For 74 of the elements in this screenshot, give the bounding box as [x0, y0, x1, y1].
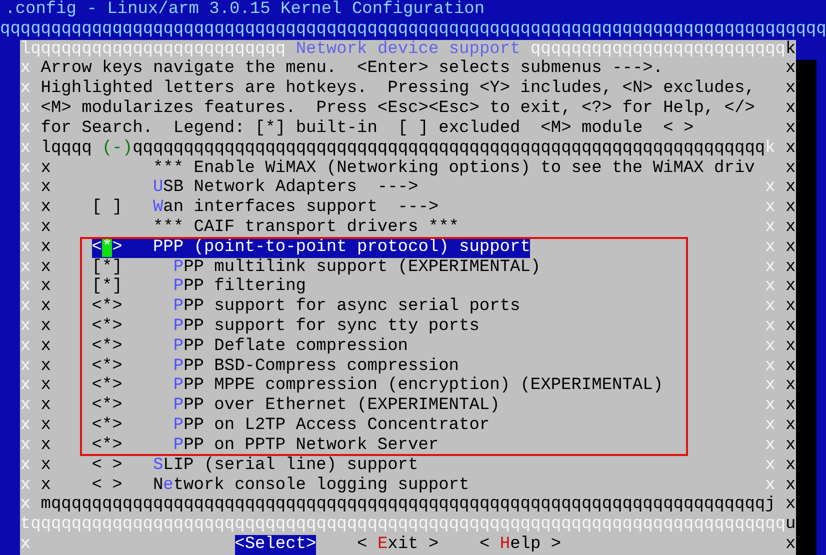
border-char: x [786, 436, 796, 456]
border-char: x [40, 317, 51, 337]
border-chars: lqqqq [40, 138, 92, 158]
border-char: x [40, 238, 51, 258]
border-chars: qqqqqqqqqqqqqqqqqqqqqqqqqqqqqqqqqqqqqqqqqqqqqqqqqqqqqqqqqqqqqq [132, 138, 766, 158]
help-text: Highlighted letters are hotkeys. Pressing <Y> includes, <N> excludes, [40, 79, 756, 100]
menu-item[interactable]: [*] PPP multilink support (EXPERIMENTAL) [92, 258, 541, 278]
menu-item[interactable]: <*> PPP Deflate compression [92, 336, 408, 357]
menu-item[interactable]: <*> PPP over Ethernet (EXPERIMENTAL) [92, 396, 500, 416]
border-char: x [786, 297, 796, 317]
border-char: x [40, 436, 51, 456]
border-char: x [786, 238, 796, 258]
border-char: x [786, 534, 796, 555]
border-char: x [786, 198, 796, 218]
menu-item[interactable]: [ ] Wan interfaces support ---> [92, 198, 439, 218]
dialog-button[interactable]: < Help > [479, 534, 562, 555]
border-chars: mqqqqqqqqqqqqqqqqqqqqqqqqqqqqqqqqqqqqqqqqqqqqqqqqqqqqqqqqqqqqqqqqqqqqqqj [40, 495, 776, 516]
border-char: x [786, 277, 796, 298]
border-char: x [40, 178, 51, 198]
border-char: x [40, 198, 51, 218]
border-char: x [786, 416, 796, 436]
border-char: x [40, 456, 51, 476]
menu-item[interactable]: <*> PPP on L2TP Access Concentrator [92, 416, 490, 436]
border-char: x [786, 456, 796, 476]
menu-item[interactable]: <*> PPP (point-to-point protocol) support [92, 238, 530, 258]
menu-item[interactable]: < > SLIP (serial line) support [92, 456, 418, 476]
border-char: x [786, 158, 796, 178]
help-text: <M> modularizes features. Press <Esc><Esc> to exit, <?> for Help, </> [40, 99, 756, 119]
dialog-title: Network device support [296, 40, 520, 60]
border-char: k [786, 40, 796, 60]
border-char: x [40, 396, 51, 416]
border-char: x [786, 376, 796, 396]
border-char: x [40, 258, 51, 278]
menu-item[interactable]: <*> PPP on PPTP Network Server [92, 436, 439, 456]
menu-item[interactable]: <*> PPP BSD-Compress compression [92, 356, 460, 376]
border-char: x [40, 336, 51, 357]
border-char: x [786, 118, 796, 139]
border-char: x [786, 396, 796, 416]
border-char: x [40, 158, 51, 178]
help-text: for Search. Legend: [*] built-in [ ] excluded <M> module < > [40, 118, 695, 139]
window-title: .config - Linux/arm 3.0.15 Kernel Configuration [5, 0, 485, 20]
dialog-button[interactable]: < Exit > [357, 534, 439, 555]
border-chars: qqqqqqqqqqqqqqqqqqqqqqqqqqqqqqqqqqqqqqqqqqqqqqqqqqqqqqqqqqqqqqqqqqqqqqqqqqqqqqqqq [0, 20, 826, 40]
border-char: x [40, 297, 51, 317]
border-char: x [786, 138, 796, 158]
border-char: x [40, 476, 51, 496]
border-char: x [786, 178, 796, 198]
border-char: x [786, 336, 796, 357]
menu-item[interactable]: *** CAIF transport drivers *** [92, 218, 460, 238]
dialog-button[interactable]: <Select> [234, 534, 316, 555]
scroll-indicator: (-) [102, 138, 133, 158]
menu-item[interactable]: <*> PPP support for sync tty ports [92, 317, 480, 337]
help-text: Arrow keys navigate the menu. <Enter> selects submenus --->. [40, 59, 664, 80]
menu-item[interactable]: USB Network Adapters ---> [92, 178, 418, 198]
menu-item[interactable]: <*> PPP MPPE compression (encryption) (EXPERIMENTAL) [92, 376, 664, 396]
border-char: x [786, 79, 796, 100]
menu-item[interactable]: < > Network console logging support [92, 476, 470, 496]
border-char: x [786, 99, 796, 119]
menu-item[interactable]: *** Enable WiMAX (Networking options) to see the WiMAX driv [92, 158, 755, 178]
menu-item[interactable]: [*] PPP filtering [92, 277, 306, 298]
border-char: x [786, 495, 796, 516]
border-char: x [40, 416, 51, 436]
border-char: x [786, 59, 796, 80]
border-char: u [786, 515, 796, 535]
border-char: x [40, 356, 51, 376]
border-char: x [786, 218, 796, 238]
border-char: x [786, 356, 796, 376]
menu-item[interactable]: <*> PPP support for async serial ports [92, 297, 520, 317]
border-char: x [786, 258, 796, 278]
border-char: x [40, 218, 51, 238]
border-char: x [40, 376, 51, 396]
border-char: x [786, 476, 796, 496]
border-char: x [786, 317, 796, 337]
border-char: x [40, 277, 51, 298]
